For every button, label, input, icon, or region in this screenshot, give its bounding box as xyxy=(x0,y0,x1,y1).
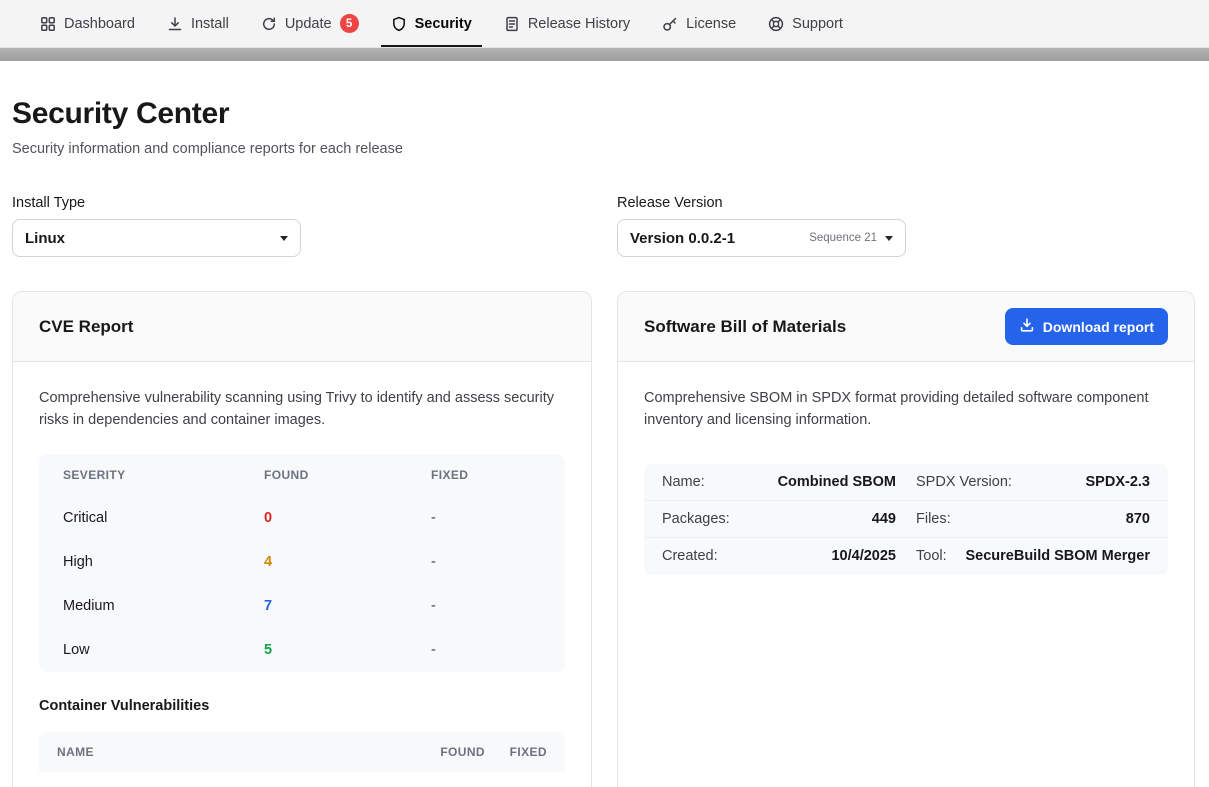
cve-report-body: Comprehensive vulnerability scanning usi… xyxy=(13,362,591,787)
table-row-high: High 4 - xyxy=(39,540,565,584)
cve-report-header: CVE Report xyxy=(13,292,591,362)
sbom-title: Software Bill of Materials xyxy=(644,317,846,337)
sbom-field-value: SecureBuild SBOM Merger xyxy=(965,548,1150,564)
install-type-filter: Install Type Linux xyxy=(12,195,592,257)
fixed-count: - xyxy=(431,554,541,570)
download-report-button[interactable]: Download report xyxy=(1005,308,1168,345)
cve-report-description: Comprehensive vulnerability scanning usi… xyxy=(39,388,565,432)
table-row: Packages: 449 Files: 870 xyxy=(644,501,1168,538)
sbom-field-label: Name: xyxy=(662,474,705,490)
dashboard-icon xyxy=(40,16,56,32)
col-found: FOUND xyxy=(264,468,431,482)
sbom-field-value: SPDX-2.3 xyxy=(1086,474,1150,490)
nav-item-label: License xyxy=(686,16,736,32)
sbom-field-label: Packages: xyxy=(662,511,730,527)
table-row-medium: Medium 7 - xyxy=(39,584,565,628)
container-vulnerabilities-table-header: NAME FOUND FIXED xyxy=(39,732,565,772)
sbom-field-value: 870 xyxy=(1126,511,1150,527)
update-refresh-icon xyxy=(261,16,277,32)
nav-item-label: Support xyxy=(792,16,843,32)
nav-item-security[interactable]: Security xyxy=(375,0,488,47)
divider-band xyxy=(0,48,1209,61)
cve-report-title: CVE Report xyxy=(39,317,133,337)
sbom-field-label: Created: xyxy=(662,548,718,564)
download-icon xyxy=(1019,317,1035,336)
col-fixed: FIXED xyxy=(431,468,541,482)
sbom-field-label: Files: xyxy=(916,511,951,527)
severity-label: Critical xyxy=(63,510,264,526)
col-found: FOUND xyxy=(405,745,485,759)
sbom-field-label: SPDX Version: xyxy=(916,474,1012,490)
fixed-count: - xyxy=(431,510,541,526)
sbom-field-label: Tool: xyxy=(916,548,947,564)
filters-row: Install Type Linux Release Version Versi… xyxy=(12,195,1197,257)
sequence-badge: Sequence 21 xyxy=(809,232,877,244)
chevron-down-icon xyxy=(280,236,288,241)
severity-table: SEVERITY FOUND FIXED Critical 0 - High 4… xyxy=(39,454,565,672)
sbom-field-value: Combined SBOM xyxy=(778,474,896,490)
nav-item-update[interactable]: Update 5 xyxy=(245,0,375,47)
top-nav: Dashboard Install Update 5 Security Rele… xyxy=(0,0,1209,48)
page-title: Security Center xyxy=(12,97,1197,131)
fixed-count: - xyxy=(431,642,541,658)
install-type-value: Linux xyxy=(25,230,65,247)
install-type-select[interactable]: Linux xyxy=(12,219,301,257)
release-history-document-icon xyxy=(504,16,520,32)
main-content: Security Center Security information and… xyxy=(0,97,1209,787)
security-shield-icon xyxy=(391,16,407,32)
cve-report-card: CVE Report Comprehensive vulnerability s… xyxy=(12,291,592,787)
support-lifebuoy-icon xyxy=(768,16,784,32)
severity-label: Medium xyxy=(63,598,264,614)
install-type-label: Install Type xyxy=(12,195,592,211)
severity-label: High xyxy=(63,554,264,570)
release-version-select[interactable]: Version 0.0.2-1 Sequence 21 xyxy=(617,219,906,257)
found-count: 4 xyxy=(264,554,431,570)
severity-table-header: SEVERITY FOUND FIXED xyxy=(39,454,565,496)
nav-item-label: Security xyxy=(415,16,472,32)
nav-item-label: Install xyxy=(191,16,229,32)
found-count: 5 xyxy=(264,642,431,658)
download-report-label: Download report xyxy=(1043,319,1154,335)
install-download-icon xyxy=(167,16,183,32)
chevron-down-icon xyxy=(885,236,893,241)
release-version-label: Release Version xyxy=(617,195,1195,211)
nav-item-install[interactable]: Install xyxy=(151,0,245,47)
release-version-value: Version 0.0.2-1 xyxy=(630,230,735,247)
sbom-description: Comprehensive SBOM in SPDX format provid… xyxy=(644,388,1168,432)
license-key-icon xyxy=(662,16,678,32)
nav-item-label: Update xyxy=(285,16,332,32)
sbom-field-value: 10/4/2025 xyxy=(831,548,896,564)
nav-item-label: Dashboard xyxy=(64,16,135,32)
nav-item-release-history[interactable]: Release History xyxy=(488,0,646,47)
table-row-low: Low 5 - xyxy=(39,628,565,672)
table-row: Created: 10/4/2025 Tool: SecureBuild SBO… xyxy=(644,538,1168,575)
sbom-body: Comprehensive SBOM in SPDX format provid… xyxy=(618,362,1194,601)
page-subtitle: Security information and compliance repo… xyxy=(12,141,1197,157)
nav-item-dashboard[interactable]: Dashboard xyxy=(24,0,151,47)
col-fixed: FIXED xyxy=(485,745,547,759)
update-count-badge: 5 xyxy=(340,14,359,33)
sbom-header: Software Bill of Materials Download repo… xyxy=(618,292,1194,362)
sbom-details-table: Name: Combined SBOM SPDX Version: SPDX-2… xyxy=(644,464,1168,575)
col-severity: SEVERITY xyxy=(63,468,264,482)
found-count: 7 xyxy=(264,598,431,614)
cards-row: CVE Report Comprehensive vulnerability s… xyxy=(12,291,1197,787)
table-row: Name: Combined SBOM SPDX Version: SPDX-2… xyxy=(644,464,1168,501)
nav-item-support[interactable]: Support xyxy=(752,0,859,47)
sbom-field-value: 449 xyxy=(872,511,896,527)
severity-label: Low xyxy=(63,642,264,658)
release-version-filter: Release Version Version 0.0.2-1 Sequence… xyxy=(617,195,1195,257)
found-count: 0 xyxy=(264,510,431,526)
fixed-count: - xyxy=(431,598,541,614)
col-name: NAME xyxy=(57,745,405,759)
nav-item-label: Release History xyxy=(528,16,630,32)
sbom-card: Software Bill of Materials Download repo… xyxy=(617,291,1195,787)
table-row-critical: Critical 0 - xyxy=(39,496,565,540)
nav-item-license[interactable]: License xyxy=(646,0,752,47)
container-vulnerabilities-title: Container Vulnerabilities xyxy=(39,698,565,714)
